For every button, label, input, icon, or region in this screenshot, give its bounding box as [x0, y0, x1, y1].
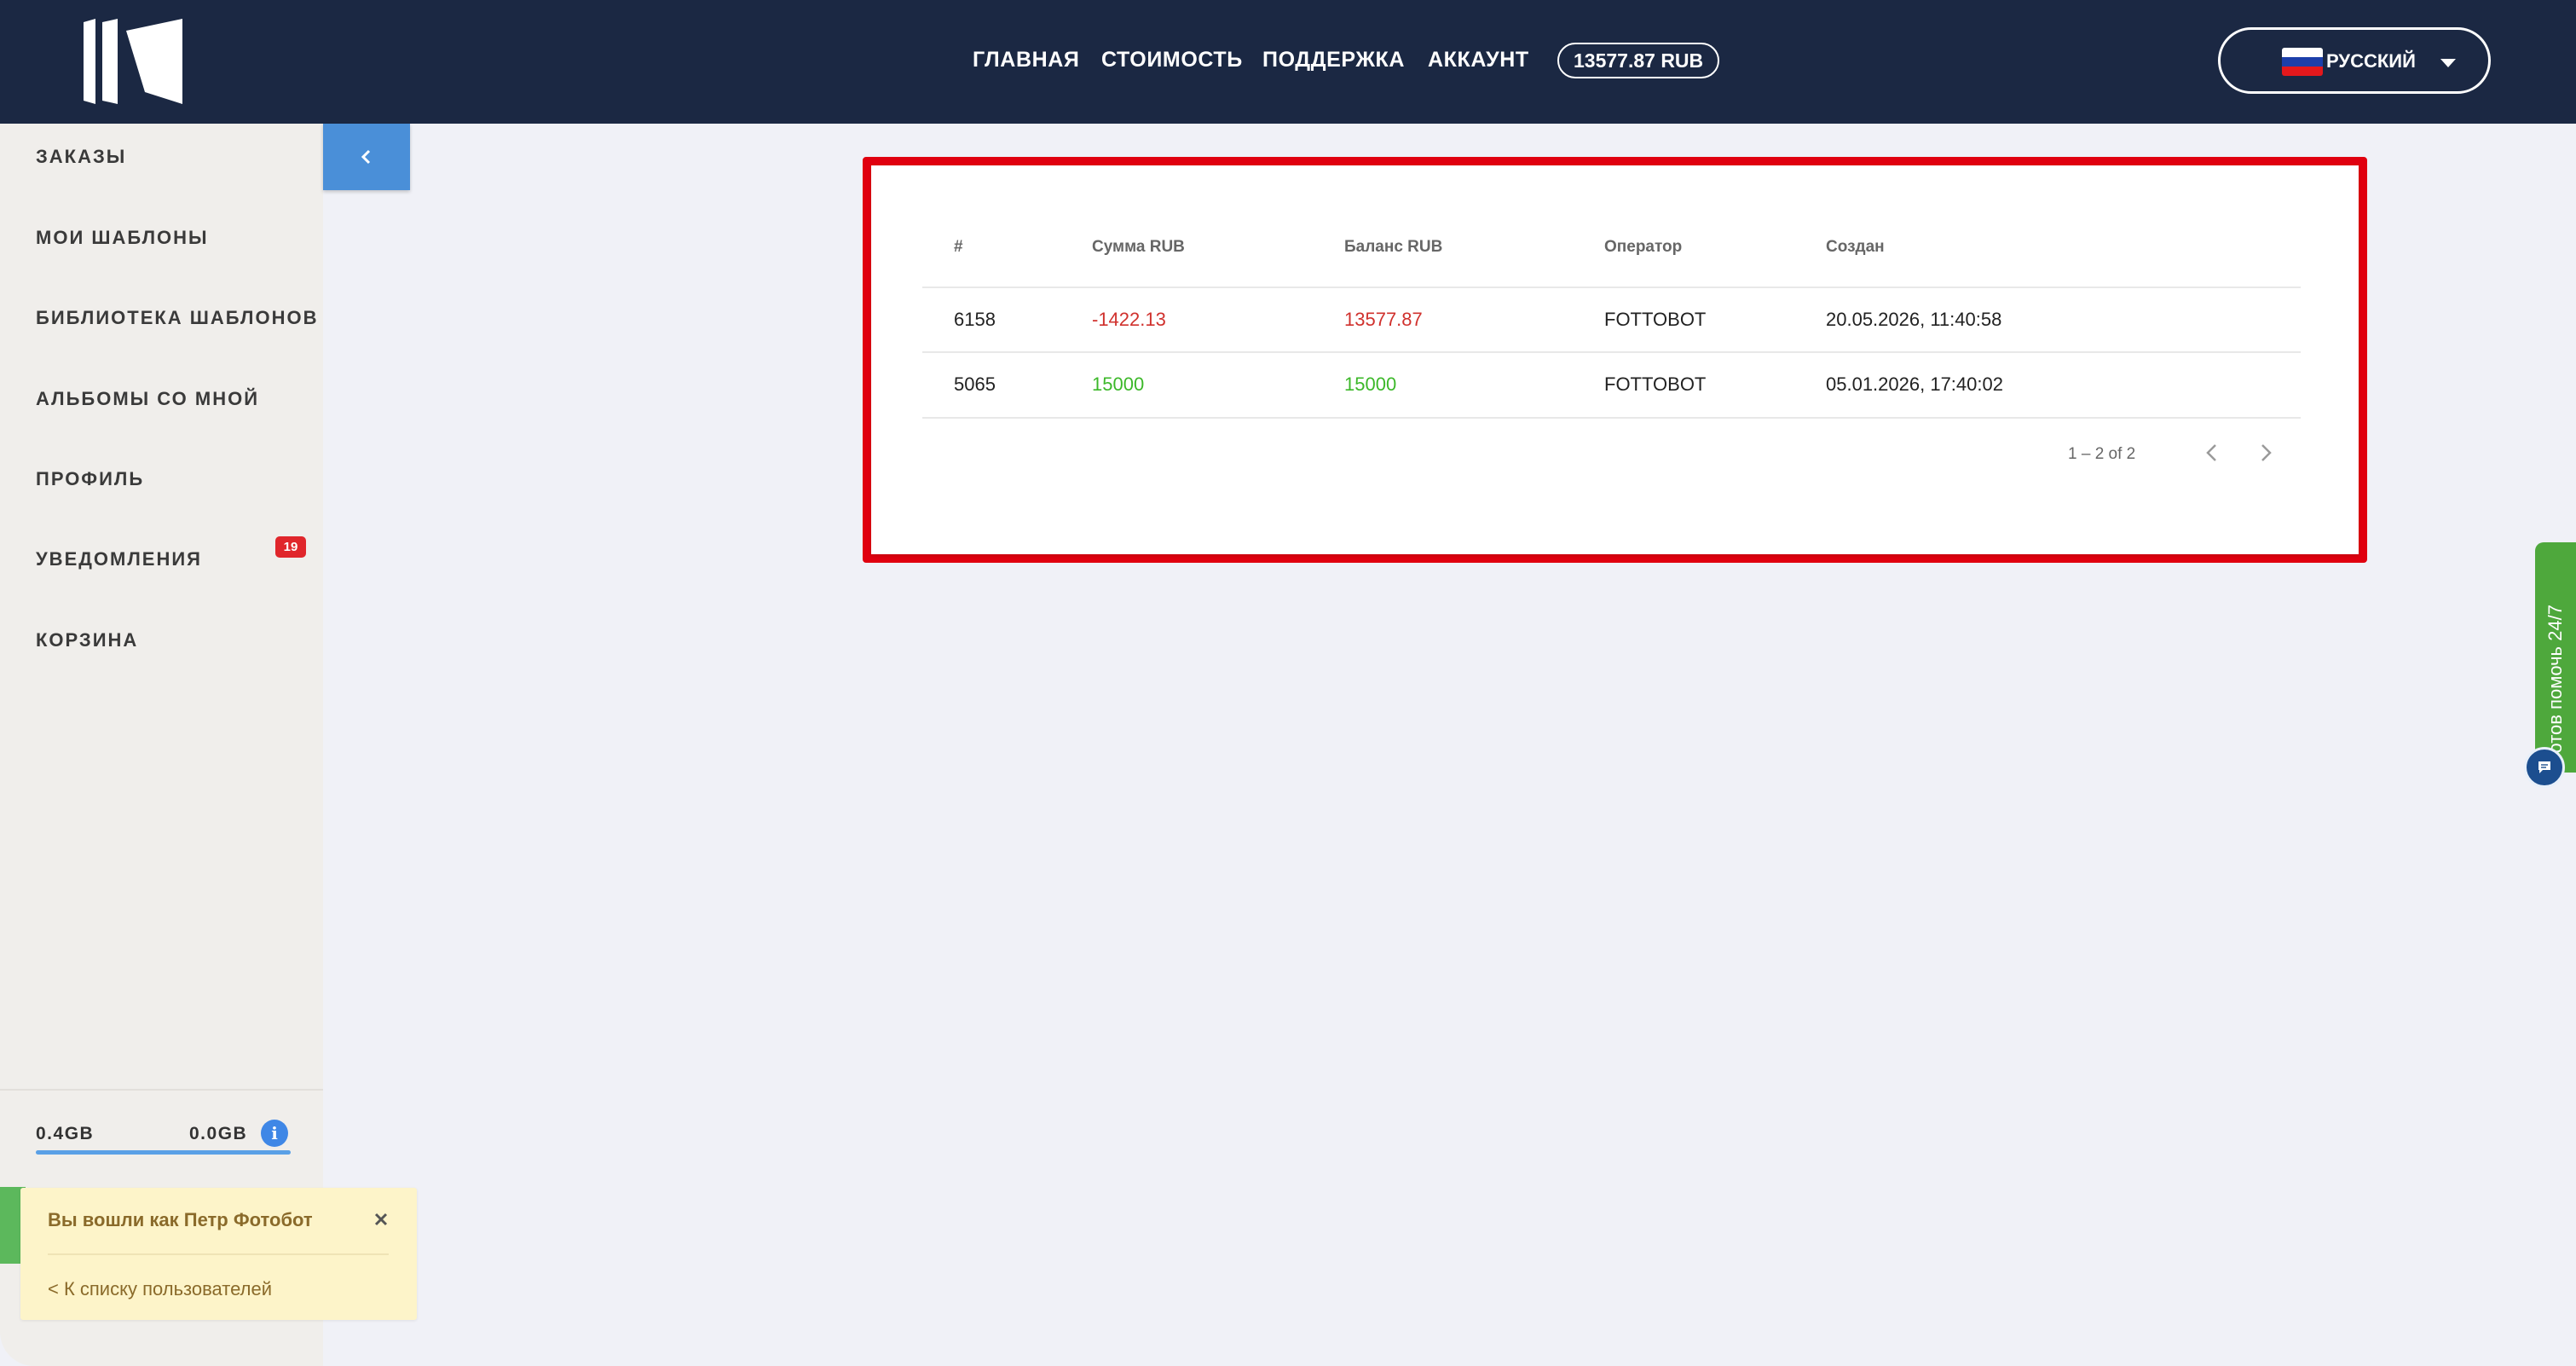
sidebar-item-template-library[interactable]: БИБЛИОТЕКА ШАБЛОНОВ — [36, 307, 319, 329]
header-divider — [922, 287, 2301, 288]
chevron-left-icon[interactable] — [2200, 440, 2224, 466]
russia-flag-icon — [2282, 48, 2323, 76]
back-to-users-link[interactable]: < К списку пользователей — [48, 1278, 272, 1300]
cell-id: 6158 — [954, 309, 996, 330]
transactions-card: # Сумма RUB Баланс RUB Оператор Создан 6… — [871, 165, 2359, 554]
cell-id: 5065 — [954, 373, 996, 395]
chevron-left-icon — [361, 149, 371, 165]
cell-operator: FOTTOBOT — [1604, 309, 1707, 330]
nav-pricing[interactable]: СТОИМОСТЬ — [1101, 48, 1243, 72]
help-widget-tab[interactable]: Готов помочь 24/7 — [2535, 542, 2576, 773]
cell-balance: 15000 — [1344, 373, 1397, 395]
sidebar-collapse-button[interactable] — [323, 124, 410, 190]
sidebar-item-my-templates[interactable]: МОИ ШАБЛОНЫ — [36, 227, 209, 249]
impersonation-toast: Вы вошли как Петр Фотобот < К списку пол… — [20, 1188, 417, 1320]
storage-used-value: 0.4GB — [36, 1124, 95, 1143]
sidebar: ЗАКАЗЫ МОИ ШАБЛОНЫ БИБЛИОТЕКА ШАБЛОНОВ А… — [0, 124, 323, 1366]
sidebar-item-albums-with-me[interactable]: АЛЬБОМЫ СО МНОЙ — [36, 388, 259, 410]
row-divider — [922, 417, 2301, 419]
cell-balance: 13577.87 — [1344, 309, 1423, 330]
sidebar-item-notifications[interactable]: УВЕДОМЛЕНИЯ — [36, 548, 202, 570]
storage-divider — [0, 1089, 323, 1091]
nav-account[interactable]: АККАУНТ — [1428, 48, 1529, 72]
column-header-id[interactable]: # — [954, 238, 963, 257]
storage-progress-fill — [36, 1150, 291, 1155]
main-nav: ГЛАВНАЯ СТОИМОСТЬ ПОДДЕРЖКА АККАУНТ 1357… — [0, 0, 2576, 124]
row-divider — [922, 351, 2301, 353]
notifications-count-badge: 19 — [275, 536, 306, 558]
toast-message: Вы вошли как Петр Фотобот — [48, 1209, 313, 1230]
language-label: РУССКИЙ — [2326, 50, 2416, 72]
help-widget-label: Готов помочь 24/7 — [2544, 605, 2566, 762]
sidebar-item-orders[interactable]: ЗАКАЗЫ — [36, 146, 126, 168]
cell-amount: -1422.13 — [1092, 309, 1166, 330]
language-selector[interactable]: РУССКИЙ — [2218, 27, 2491, 94]
caret-down-icon — [2440, 59, 2456, 67]
toast-divider — [48, 1253, 389, 1255]
sidebar-item-profile[interactable]: ПРОФИЛЬ — [36, 468, 144, 490]
column-header-balance[interactable]: Баланс RUB — [1344, 238, 1442, 257]
pagination-range: 1 – 2 of 2 — [2068, 445, 2136, 463]
nav-home[interactable]: ГЛАВНАЯ — [973, 48, 1079, 72]
close-icon[interactable] — [368, 1207, 394, 1232]
chevron-right-icon[interactable] — [2254, 440, 2278, 466]
column-header-operator[interactable]: Оператор — [1604, 238, 1682, 257]
sidebar-item-cart[interactable]: КОРЗИНА — [36, 629, 138, 651]
nav-support[interactable]: ПОДДЕРЖКА — [1262, 48, 1405, 72]
cell-created: 05.01.2026, 17:40:02 — [1826, 373, 2003, 395]
chat-button[interactable] — [2524, 747, 2565, 788]
column-header-created[interactable]: Создан — [1826, 238, 1885, 257]
chat-bubble-icon — [2538, 761, 2550, 773]
cell-operator: FOTTOBOT — [1604, 373, 1707, 395]
storage-free-value: 0.0GB — [189, 1124, 248, 1143]
app-window: ГЛАВНАЯ СТОИМОСТЬ ПОДДЕРЖКА АККАУНТ 1357… — [0, 0, 2576, 1366]
cell-created: 20.05.2026, 11:40:58 — [1826, 309, 2002, 330]
top-header: ГЛАВНАЯ СТОИМОСТЬ ПОДДЕРЖКА АККАУНТ 1357… — [0, 0, 2576, 124]
info-icon[interactable]: i — [261, 1120, 288, 1147]
balance-badge[interactable]: 13577.87 RUB — [1557, 43, 1720, 78]
cell-amount: 15000 — [1092, 373, 1145, 395]
column-header-amount[interactable]: Сумма RUB — [1092, 238, 1185, 257]
storage-progress-bar — [36, 1150, 291, 1155]
